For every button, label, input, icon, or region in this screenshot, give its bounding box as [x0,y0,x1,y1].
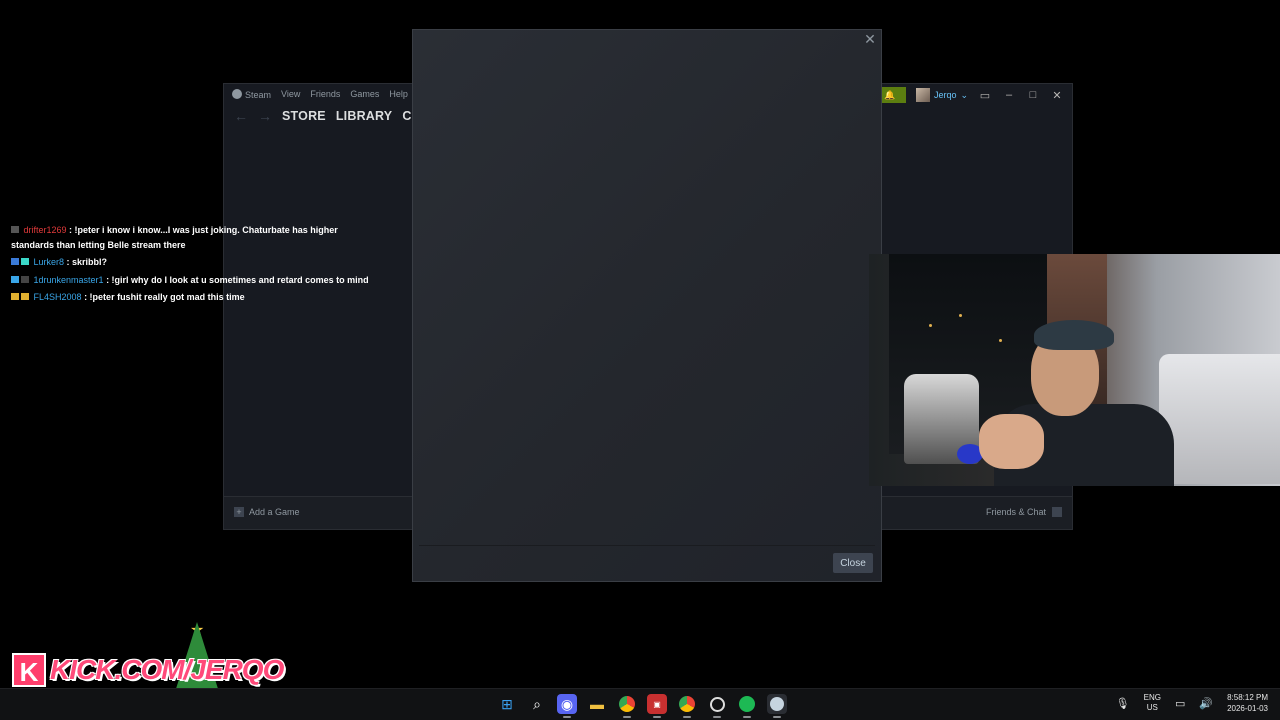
chrome-alt-icon[interactable] [677,694,697,718]
forward-arrow-icon[interactable]: → [258,108,272,124]
badge-icon [21,275,29,283]
menu-view[interactable]: View [281,89,300,100]
username: Jerqo [933,90,957,100]
modal-divider [419,545,875,546]
badge-icon [21,293,29,300]
clock[interactable]: 8:58:12 PM 2026-01-03 [1227,692,1268,714]
back-arrow-icon[interactable]: ← [234,108,248,124]
chat-message: 1drunkenmaster1 : !girl why do I look at… [11,273,371,288]
menu-help[interactable]: Help [389,89,408,100]
chat-username: drifter1269 [23,225,67,235]
kick-banner: K KICK.COM/JERQO [12,650,284,690]
chat-username: Lurker8 [33,257,65,267]
search-icon[interactable]: ⌕ [527,694,547,714]
chat-text: : !girl why do I look at u sometimes and… [103,274,369,285]
city-light [929,324,932,327]
chat-username: 1drunkenmaster1 [33,274,104,285]
system-tray: 🎙 ENG US ▭ 🔊 8:58:12 PM 2026-01-03 [1116,692,1268,714]
steam-nav: ← → STORE LIBRARY COM [234,108,432,124]
obs-icon[interactable] [707,694,727,718]
friends-chat-icon [1052,507,1062,517]
user-menu[interactable]: Jerqo ⌄ [915,88,968,102]
windows-start-icon[interactable]: ⊞ [497,694,517,714]
add-game-button[interactable]: + Add a Game [234,507,300,517]
webcam-couch [1159,354,1280,484]
tab-library[interactable]: LIBRARY [336,109,393,123]
discord-icon[interactable]: ◉ [557,694,577,718]
steam-icon[interactable] [767,694,787,718]
chat-text: : skribbl? [64,257,108,267]
add-game-label: Add a Game [249,507,300,517]
chat-message: Lurker8 : skribbl? [11,255,371,270]
microphone-icon[interactable]: 🎙 [1116,697,1130,710]
webcam-person-cap [1034,320,1114,350]
taskbar-apps: ⊞ ⌕ ◉ ▬ ▣ [497,694,787,718]
steam-menu-bar: Steam View Friends Games Help [232,89,408,100]
city-light [999,339,1002,342]
clock-time: 8:58:12 PM [1227,693,1268,702]
window-close-icon[interactable]: ✕ [1050,89,1064,102]
clock-date: 2026-01-03 [1227,704,1268,713]
maximize-icon[interactable]: □ [1026,89,1040,101]
badge-icon [11,275,19,283]
menu-friends[interactable]: Friends [310,89,340,100]
chat-text: : !peter fushit really got mad this time [81,292,245,302]
kick-url-text: KICK.COM/JERQO [50,654,284,685]
volume-icon[interactable]: 🔊 [1199,697,1213,710]
friends-chat-label: Friends & Chat [985,507,1046,517]
city-light [959,314,962,317]
steam-title-controls: 🔔 Jerqo ⌄ ▭ – □ ✕ [873,87,1064,103]
chevron-down-icon: ⌄ [960,89,968,100]
tab-store[interactable]: STORE [282,109,326,123]
badge-icon [21,258,29,265]
language-code: ENG [1143,693,1161,702]
chat-message: FL4SH2008 : !peter fushit really got mad… [11,290,371,305]
friends-chat-button[interactable]: Friends & Chat [986,507,1062,517]
minimize-icon[interactable]: – [1002,89,1016,101]
chat-username: FL4SH2008 [33,292,82,302]
webcam-feed [869,254,1280,486]
badge-icon [11,293,19,300]
menu-steam-label: Steam [245,90,272,100]
taskbar: ⊞ ⌕ ◉ ▬ ▣ 🎙 ENG US ▭ 🔊 8:58:12 PM 2026-0… [0,688,1280,720]
region-code: US [1146,703,1158,712]
avatar [915,88,930,102]
streaming-app-icon[interactable]: ▣ [647,694,667,718]
file-explorer-icon[interactable]: ▬ [587,694,607,714]
language-indicator[interactable]: ENG US [1144,693,1161,713]
close-icon[interactable]: ✕ [863,32,877,46]
kick-logo-icon: K [12,653,46,687]
stream-chat-overlay: drifter1269 : !peter i know i know...I w… [11,223,371,308]
bell-icon: 🔔 [884,89,896,100]
spotify-icon[interactable] [737,694,757,718]
network-icon[interactable]: ▭ [1175,697,1185,710]
chrome-icon[interactable] [617,694,637,718]
steam-logo-icon [232,89,242,99]
close-button[interactable]: Close [833,553,873,573]
badge-icon [11,258,19,265]
badge-icon [11,226,19,233]
chat-message: drifter1269 : !peter i know i know...I w… [11,223,371,252]
webcam-person-hand [979,414,1044,469]
plus-icon: + [234,507,244,517]
big-picture-icon[interactable]: ▭ [978,89,992,102]
modal-dialog: ✕ Close [412,29,882,582]
menu-steam[interactable]: Steam [232,89,271,100]
menu-games[interactable]: Games [350,89,379,100]
